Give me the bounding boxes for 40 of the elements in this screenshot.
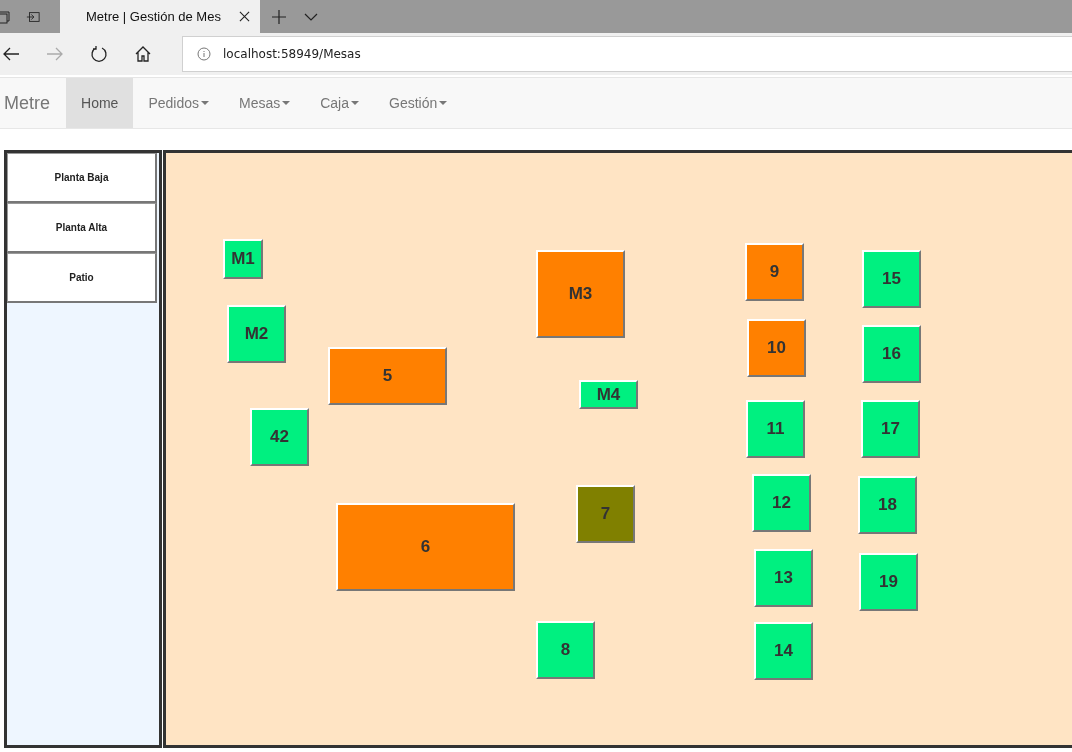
- table-button[interactable]: 10: [747, 319, 806, 377]
- table-button[interactable]: 8: [536, 621, 595, 679]
- close-icon[interactable]: [239, 11, 250, 22]
- tabs-icon[interactable]: [0, 9, 10, 24]
- table-button[interactable]: 12: [752, 474, 811, 532]
- table-button[interactable]: 19: [859, 553, 918, 611]
- table-button[interactable]: 17: [861, 400, 920, 458]
- table-button[interactable]: M1: [223, 239, 263, 279]
- table-button[interactable]: 11: [746, 400, 805, 458]
- table-button[interactable]: 13: [754, 549, 813, 607]
- floor-button[interactable]: Planta Baja: [7, 153, 157, 203]
- plus-icon[interactable]: [272, 9, 286, 24]
- tab-title: Metre | Gestión de Mes: [86, 9, 222, 24]
- back-icon[interactable]: [2, 45, 20, 63]
- table-button[interactable]: 6: [336, 503, 515, 591]
- url-text: localhost:58949/Mesas: [223, 47, 361, 61]
- nav-menu[interactable]: Gestión: [374, 78, 463, 128]
- table-button[interactable]: 14: [754, 622, 813, 680]
- refresh-icon[interactable]: [90, 45, 108, 63]
- table-button[interactable]: M2: [227, 305, 286, 363]
- table-button[interactable]: 5: [328, 347, 447, 405]
- nav-link[interactable]: Home: [66, 78, 134, 128]
- table-button[interactable]: 42: [250, 408, 309, 466]
- nav-menu[interactable]: Caja: [305, 78, 374, 128]
- table-button[interactable]: 9: [745, 243, 804, 301]
- table-button[interactable]: M4: [579, 380, 638, 409]
- set-aside-tabs-icon[interactable]: [26, 9, 40, 24]
- address-field[interactable]: localhost:58949/Mesas: [182, 36, 1072, 72]
- table-button[interactable]: 16: [862, 325, 921, 383]
- nav-menu[interactable]: Mesas: [223, 78, 306, 128]
- home-icon[interactable]: [134, 45, 152, 63]
- table-button[interactable]: M3: [536, 250, 625, 338]
- browser-tab[interactable]: Metre | Gestión de Mes: [60, 0, 260, 33]
- floor-button[interactable]: Planta Alta: [7, 203, 157, 253]
- nav-menu[interactable]: Pedidos: [133, 78, 224, 128]
- table-button[interactable]: 15: [862, 250, 921, 308]
- table-button[interactable]: 18: [858, 476, 917, 534]
- info-icon[interactable]: [197, 47, 211, 61]
- brand-title[interactable]: Metre: [0, 78, 66, 128]
- floor-button[interactable]: Patio: [7, 253, 157, 303]
